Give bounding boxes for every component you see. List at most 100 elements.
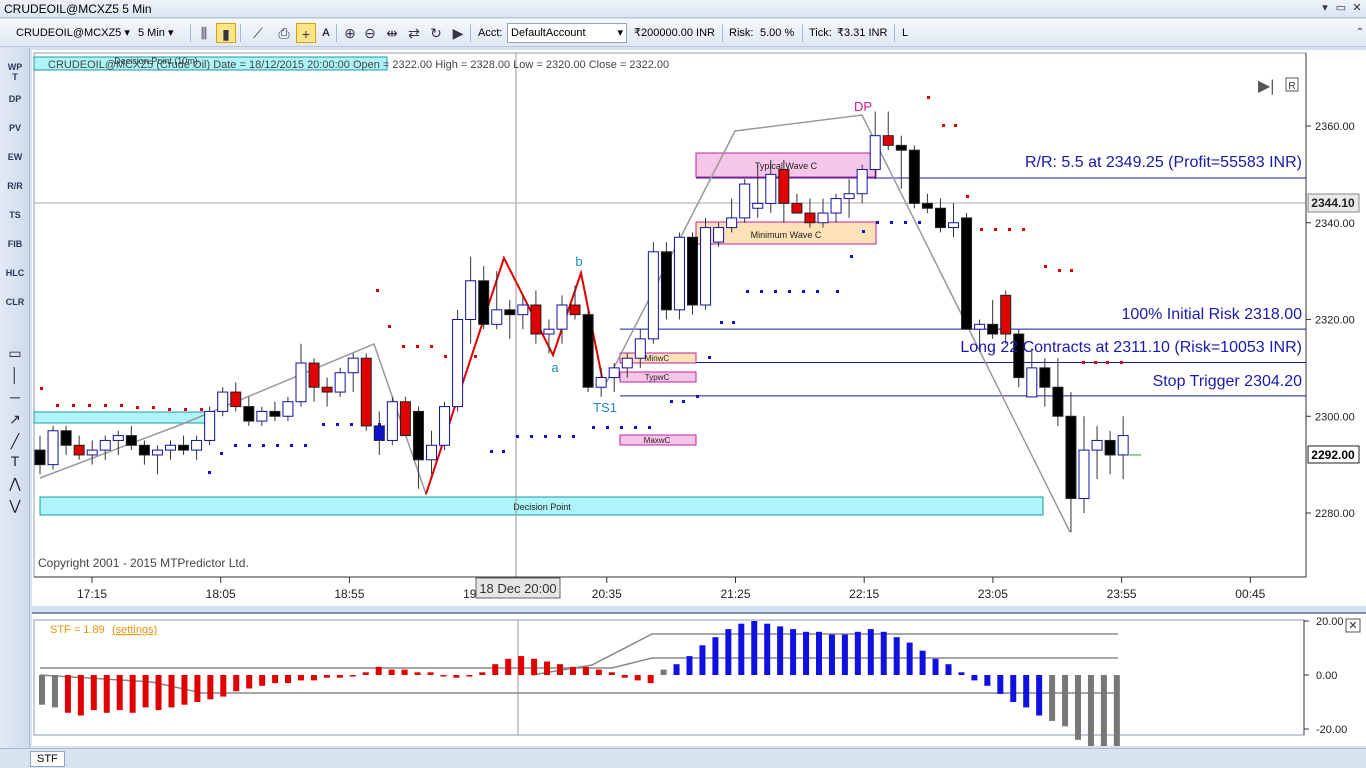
risk-value[interactable]: 5.00 %	[760, 23, 794, 43]
tool-t[interactable]: T	[2, 72, 28, 83]
chart-line-icon[interactable]: ⟋	[248, 23, 268, 43]
price-tick-label: 2340.00	[1315, 218, 1355, 230]
left-toolbar: WP T DP PV EW R/R TS FIB HLC CLR ▭ │ ─ ↗…	[0, 48, 30, 748]
account-select[interactable]: DefaultAccount ▾	[507, 23, 627, 43]
price-chart[interactable]: Decision Point (10m) Decision Point Typi…	[32, 50, 1366, 606]
stf-tick-label: -20.00	[1316, 724, 1347, 736]
candle-body	[295, 362, 307, 403]
stf-indicator-panel[interactable]: 20.000.00-20.00-40.00 STF = 1.89 (settin…	[32, 612, 1366, 765]
vertical-line-icon[interactable]: │	[5, 366, 25, 384]
close-icon: ✕	[1348, 620, 1357, 632]
tool-ew[interactable]: EW	[2, 152, 28, 163]
trail-dot-red	[184, 408, 187, 411]
tool-fib[interactable]: FIB	[2, 239, 28, 250]
stf-bar	[64, 675, 71, 713]
trail-dot-blue	[544, 435, 547, 438]
trail-dot-red	[88, 404, 91, 407]
stf-bar	[608, 672, 615, 675]
zigzag-icon[interactable]: ⋁	[5, 496, 25, 514]
trail-dot-blue	[862, 230, 865, 233]
wave-tool-icon[interactable]: ⋀	[5, 474, 25, 492]
scroll-left-icon[interactable]: ⇹	[382, 23, 402, 43]
zoom-out-icon[interactable]: ⊖	[360, 23, 380, 43]
candle-body	[608, 367, 620, 379]
zoom-in-icon[interactable]: ⊕	[340, 23, 360, 43]
trail-dot-red	[474, 355, 477, 358]
rr-label: R/R: 5.5 at 2349.25 (Profit=55583 INR)	[1025, 154, 1302, 171]
stf-bar	[854, 631, 861, 675]
tool-pv[interactable]: PV	[2, 123, 28, 134]
stf-bar	[246, 675, 253, 689]
capital-value: ₹200000.00 INR	[634, 27, 715, 39]
candle-body	[739, 183, 751, 219]
trail-dot-blue	[904, 221, 907, 224]
decision-point-label: Decision Point	[513, 502, 571, 512]
candle-body	[125, 435, 137, 446]
symbol-dropdown[interactable]: CRUDEOIL@MCXZ5 ▾	[16, 23, 130, 43]
bar-chart-icon[interactable]: ⫼	[194, 23, 214, 43]
trail-dot-red	[1082, 361, 1085, 364]
stf-bar	[544, 661, 551, 675]
trail-dot-red	[1070, 269, 1073, 272]
stf-bar	[712, 637, 719, 675]
candle-body	[452, 319, 464, 408]
tool-clr[interactable]: CLR	[2, 297, 28, 308]
play-icon[interactable]: ▶	[448, 23, 468, 43]
stf-bar	[738, 623, 745, 675]
mode-indicator: L	[902, 27, 909, 39]
close-icon[interactable]: ✕	[1350, 2, 1364, 15]
trail-dot-blue	[234, 444, 237, 447]
trail-dot-blue	[890, 221, 893, 224]
scroll-right-icon[interactable]: ⇄	[404, 23, 424, 43]
stf-bar	[1049, 675, 1056, 721]
candle-body	[1104, 439, 1116, 456]
minimize-icon[interactable]: ▾	[1318, 2, 1332, 15]
text-tool-icon[interactable]: T	[5, 452, 25, 470]
price-chart-svg[interactable]: Decision Point (10m) Decision Point Typi…	[32, 50, 1366, 606]
account-value: DefaultAccount	[511, 27, 586, 39]
trail-dot-red	[1008, 228, 1011, 231]
tool-dp[interactable]: DP	[2, 94, 28, 105]
price-tick-label: 2320.00	[1315, 315, 1355, 327]
stf-tab[interactable]: STF	[30, 751, 65, 767]
candle-body	[373, 425, 385, 441]
rectangle-icon[interactable]: ▭	[5, 344, 25, 362]
chevron-up-icon[interactable]: ⌃	[1350, 23, 1366, 43]
candlestick-icon[interactable]: ▮	[216, 23, 236, 43]
stf-indicator-svg[interactable]: 20.000.00-20.00-40.00 STF = 1.89 (settin…	[32, 614, 1366, 765]
refresh-icon[interactable]: ↻	[426, 23, 446, 43]
trail-dot-blue	[304, 444, 307, 447]
time-tick-label: 18:55	[334, 587, 364, 601]
tool-hlc[interactable]: HLC	[2, 268, 28, 279]
crosshair-icon[interactable]: +	[296, 23, 316, 43]
candle-body	[1039, 367, 1051, 388]
stf-bar	[142, 675, 149, 708]
stf-bar	[816, 631, 822, 675]
print-icon[interactable]: ⎙	[274, 23, 294, 43]
trendline-icon[interactable]: ╱	[5, 432, 25, 450]
horizontal-line-icon[interactable]: ─	[5, 388, 25, 406]
ts1-label: TS1	[593, 400, 617, 415]
play-end-icon[interactable]: ▶|	[1258, 78, 1274, 95]
tick-value: ₹3.31 INR	[837, 27, 888, 39]
trail-dot-red	[980, 228, 983, 231]
chevron-down-icon: ▾	[617, 27, 623, 39]
arrow-icon[interactable]: ↗	[5, 410, 25, 428]
interval-dropdown[interactable]: 5 Min ▾	[138, 23, 173, 43]
tool-ts[interactable]: TS	[2, 210, 28, 221]
tool-rr[interactable]: R/R	[2, 181, 28, 192]
stf-settings-link[interactable]: (settings)	[112, 624, 157, 636]
candle-body	[86, 449, 98, 456]
stf-bar	[1075, 675, 1081, 740]
candle-body	[569, 304, 581, 316]
minimum-wave-label: Minimum Wave C	[751, 230, 822, 240]
trail-dot-blue	[530, 435, 533, 438]
stf-bar	[440, 675, 447, 677]
trail-dot-red	[1022, 228, 1025, 231]
annotation-icon[interactable]: A	[316, 23, 336, 43]
trail-dot-red	[1094, 361, 1097, 364]
stf-bar	[1087, 675, 1094, 751]
stf-bar	[660, 669, 667, 675]
restore-icon[interactable]: ▭	[1334, 2, 1348, 15]
trail-dot-blue	[220, 452, 223, 455]
